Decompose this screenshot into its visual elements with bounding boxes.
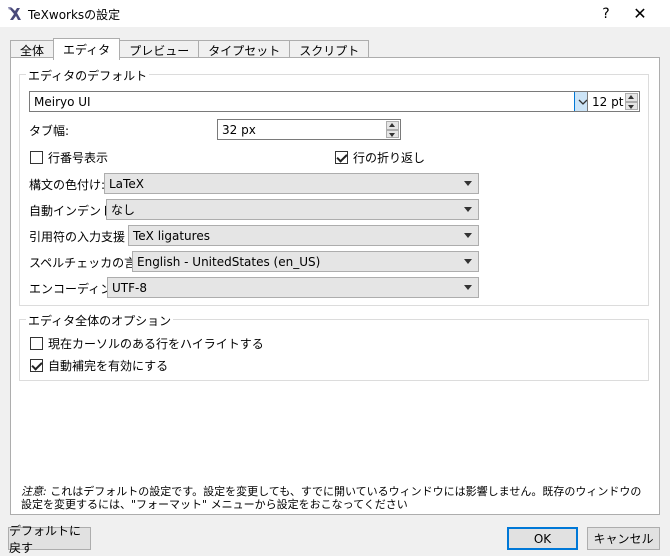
editor-global-title: エディタ全体のオプション xyxy=(26,312,174,329)
tab-width-spinbox[interactable]: 32 px xyxy=(217,119,401,140)
encoding-combo[interactable]: UTF-8 xyxy=(107,277,479,298)
cancel-button[interactable]: キャンセル xyxy=(587,527,660,550)
autocomplete-box[interactable] xyxy=(30,359,43,372)
dropdown-arrow-icon xyxy=(464,285,472,290)
wrap-lines-checkbox[interactable]: 行の折り返し xyxy=(335,149,425,166)
font-size-spinbox[interactable]: 12 pt xyxy=(587,91,640,112)
ok-button[interactable]: OK xyxy=(507,527,578,550)
syntax-coloring-combo[interactable]: LaTeX xyxy=(104,173,479,194)
smart-quotes-label: 引用符の入力支援 xyxy=(29,230,126,244)
font-family-combo[interactable]: Meiryo UI xyxy=(29,91,592,112)
close-button[interactable]: ✕ xyxy=(620,0,660,27)
restore-defaults-button[interactable]: デフォルトに戻す xyxy=(8,524,91,555)
spell-language-value: English - UnitedStates (en_US) xyxy=(137,254,321,269)
note-prefix: 注意: xyxy=(21,485,47,498)
title-bar: TeXworksの設定 ? ✕ xyxy=(0,0,670,27)
note-text: これはデフォルトの設定です。設定を変更しても、すでに開いているウィンドウには影響… xyxy=(21,485,642,511)
dropdown-arrow-icon xyxy=(464,233,472,238)
tab-bar: 全体 エディタ プレビュー タイプセット スクリプト xyxy=(10,38,370,60)
highlight-line-label: 現在カーソルのある行をハイライトする xyxy=(48,337,264,351)
line-numbers-checkbox[interactable]: 行番号表示 xyxy=(30,149,108,166)
dropdown-arrow-icon xyxy=(464,207,472,212)
syntax-coloring-value: LaTeX xyxy=(109,176,144,191)
editor-defaults-title: エディタのデフォルト xyxy=(26,67,150,84)
window-title: TeXworksの設定 xyxy=(28,8,121,22)
auto-indent-combo[interactable]: なし xyxy=(106,199,479,220)
font-size-down-button[interactable] xyxy=(625,101,638,110)
texworks-app-icon xyxy=(8,7,21,20)
wrap-lines-box[interactable] xyxy=(335,151,348,164)
spell-language-combo[interactable]: English - UnitedStates (en_US) xyxy=(132,251,479,272)
highlight-line-box[interactable] xyxy=(30,337,43,350)
font-size-up-button[interactable] xyxy=(625,93,638,102)
syntax-coloring-label: 構文の色付け: xyxy=(29,178,106,192)
highlight-line-checkbox[interactable]: 現在カーソルのある行をハイライトする xyxy=(30,335,264,352)
auto-indent-label: 自動インデント: xyxy=(29,204,118,218)
wrap-lines-label: 行の折り返し xyxy=(353,151,426,165)
encoding-value: UTF-8 xyxy=(112,280,147,295)
font-family-value: Meiryo UI xyxy=(34,94,91,109)
dropdown-arrow-icon xyxy=(464,181,472,186)
line-numbers-label: 行番号表示 xyxy=(48,151,109,165)
auto-indent-value: なし xyxy=(111,203,136,217)
dropdown-arrow-icon xyxy=(464,259,472,264)
tab-width-up-button[interactable] xyxy=(386,121,399,130)
font-size-value: 12 pt xyxy=(592,94,624,109)
tab-width-value: 32 px xyxy=(222,122,256,137)
settings-note: 注意: これはデフォルトの設定です。設定を変更しても、すでに開いているウィンドウ… xyxy=(21,485,651,511)
smart-quotes-value: TeX ligatures xyxy=(133,228,210,243)
autocomplete-checkbox[interactable]: 自動補完を有効にする xyxy=(30,357,168,374)
tab-editor[interactable]: エディタ xyxy=(53,38,121,60)
tab-width-label: タブ幅: xyxy=(29,124,70,138)
editor-tab-panel: エディタのデフォルト Meiryo UI 12 pt タブ幅: 32 px 行番… xyxy=(10,57,660,515)
smart-quotes-combo[interactable]: TeX ligatures xyxy=(128,225,479,246)
autocomplete-label: 自動補完を有効にする xyxy=(48,359,169,373)
line-numbers-box[interactable] xyxy=(30,151,43,164)
tab-width-down-button[interactable] xyxy=(386,129,399,138)
